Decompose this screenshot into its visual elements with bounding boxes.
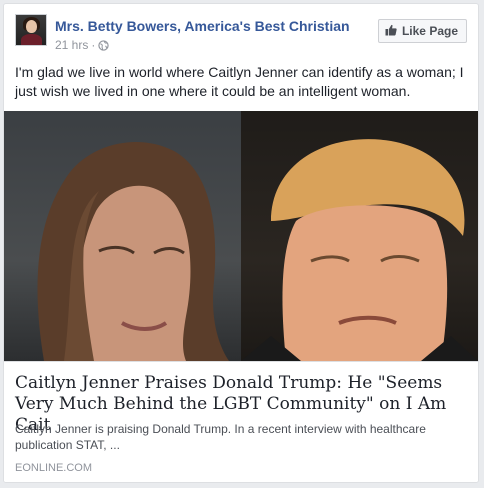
post-header: Mrs. Betty Bowers, America's Best Christ…	[15, 14, 467, 54]
photo-right-portrait	[241, 111, 478, 361]
post-timestamp[interactable]: 21 hrs	[55, 38, 88, 52]
link-preview[interactable]: Caitlyn Jenner Praises Donald Trump: He …	[4, 111, 478, 482]
like-page-label: Like Page	[401, 24, 458, 38]
link-info[interactable]: Caitlyn Jenner Praises Donald Trump: He …	[4, 361, 478, 482]
page-name-link[interactable]: Mrs. Betty Bowers, America's Best Christ…	[55, 18, 350, 34]
photo-left-portrait	[4, 111, 241, 361]
post-message: I'm glad we live in world where Caitlyn …	[15, 64, 464, 99]
link-domain: EONLINE.COM	[15, 462, 93, 474]
post-meta: 21 hrs ·	[55, 38, 110, 54]
globe-icon[interactable]	[98, 40, 110, 54]
link-description: Caitlyn Jenner is praising Donald Trump.…	[15, 422, 426, 452]
post-card: Mrs. Betty Bowers, America's Best Christ…	[3, 3, 479, 483]
meta-separator: ·	[91, 38, 96, 52]
post-text: I'm glad we live in world where Caitlyn …	[15, 63, 467, 101]
like-page-button[interactable]: Like Page	[377, 19, 467, 43]
page-avatar[interactable]	[15, 14, 47, 46]
thumbs-up-icon	[385, 24, 397, 39]
link-preview-image[interactable]	[4, 111, 478, 361]
